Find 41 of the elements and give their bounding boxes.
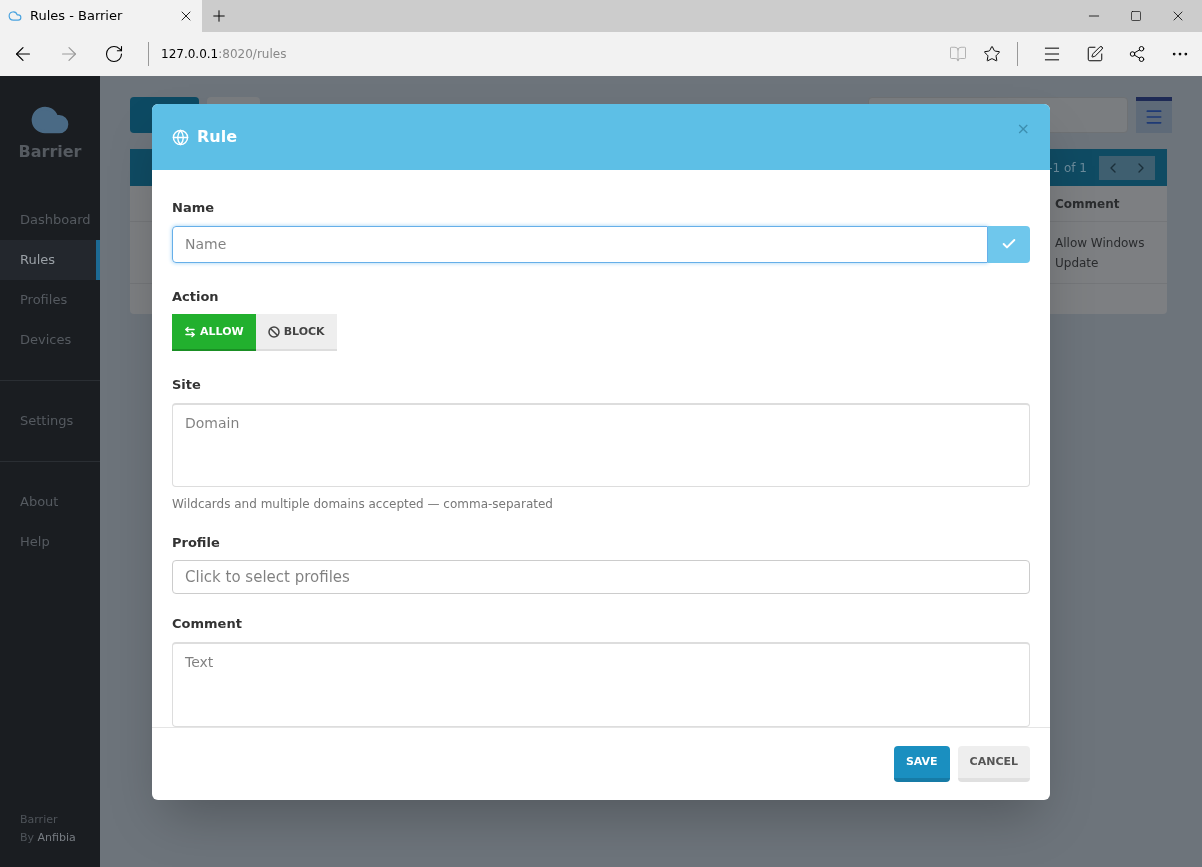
share-icon[interactable] (1128, 45, 1146, 63)
action-toggle[interactable]: ALLOW (172, 314, 256, 352)
save-button[interactable]: SAVE (893, 745, 950, 782)
sidebar-item[interactable]: Rules (0, 240, 100, 280)
lines-icon (1144, 107, 1164, 127)
sidebar-item[interactable]: Help (0, 522, 100, 562)
sidebar-item[interactable]: Settings (0, 401, 100, 441)
sidebar-item[interactable]: Dashboard (0, 200, 100, 240)
name-input[interactable]: Name (172, 225, 988, 263)
field-label: Name (172, 199, 215, 218)
comment-textarea[interactable]: Text (172, 641, 1030, 727)
column-header: Comment (1055, 195, 1121, 213)
profile-select[interactable]: Click to select profiles (172, 560, 1030, 595)
ban-icon (267, 325, 280, 338)
help-text: Wildcards and multiple domains accepted — comma-separated (172, 495, 554, 513)
footer-credit: By Anfibia (20, 830, 77, 846)
sidebar-item[interactable]: About (0, 482, 100, 522)
sidebar-item[interactable]: Devices (0, 320, 100, 360)
field-label: Profile (172, 533, 221, 552)
note-icon[interactable] (1086, 45, 1104, 63)
dialog-title: Rule (197, 126, 239, 149)
domain-textarea[interactable]: Domain (172, 402, 1030, 487)
cancel-button[interactable]: CANCEL (957, 745, 1030, 782)
field-label: Action (172, 287, 220, 306)
maximize-icon[interactable] (1130, 10, 1142, 22)
action-toggle[interactable]: BLOCK (255, 314, 337, 352)
new-tab-icon[interactable] (210, 7, 228, 25)
brand-name: Barrier (18, 141, 82, 163)
browser-tab[interactable]: Rules - Barrier (0, 0, 202, 32)
table-cell-text: Allow Windows Update (1055, 234, 1146, 272)
field-label: Site (172, 376, 202, 395)
footer-text: Barrier (20, 812, 59, 828)
filter-button[interactable] (1136, 97, 1172, 133)
star-icon[interactable] (983, 45, 1001, 63)
sidebar-item[interactable]: Profiles (0, 280, 100, 320)
field-label: Comment (172, 615, 243, 634)
refresh-icon[interactable] (104, 44, 124, 64)
arrows-icon (184, 325, 196, 338)
globe-icon (172, 128, 189, 146)
close-button[interactable]: × (1016, 117, 1030, 142)
cloud-icon (8, 9, 22, 23)
